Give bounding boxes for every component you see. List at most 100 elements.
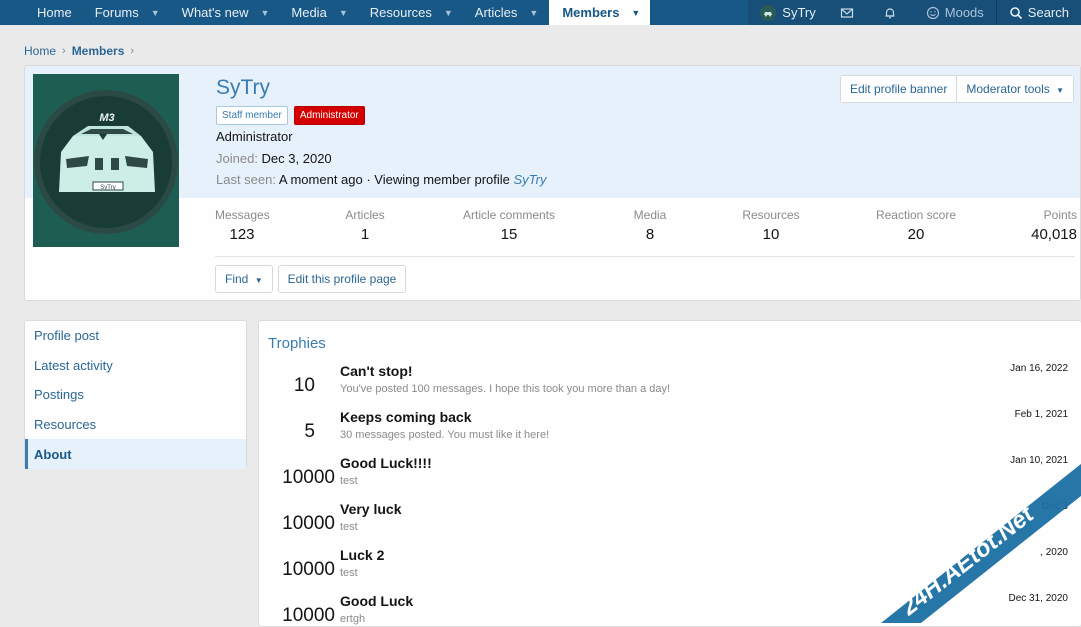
- trophy-name: Can't stop!: [340, 363, 413, 379]
- tab-latest-activity[interactable]: Latest activity: [25, 351, 246, 381]
- nav-members[interactable]: Members ▼: [549, 0, 651, 25]
- trophy-row: 10000 Very luck test Dec 3: [259, 501, 1081, 547]
- trophy-points: 5: [304, 421, 315, 442]
- chevron-down-icon[interactable]: ▼: [631, 8, 640, 18]
- stat-label: Article comments: [462, 208, 556, 222]
- nav-home[interactable]: Home: [0, 0, 84, 25]
- trophies-panel: Trophies 10 Can't stop! You've posted 10…: [258, 320, 1081, 627]
- find-button[interactable]: Find ▼: [215, 265, 273, 293]
- trophy-row: 10000 Luck 2 test , 2020: [259, 547, 1081, 593]
- moderator-tools-button[interactable]: Moderator tools ▼: [956, 76, 1073, 102]
- trophy-name: Luck 2: [340, 547, 385, 563]
- edit-profile-banner-button[interactable]: Edit profile banner: [840, 76, 957, 102]
- nav-whats-new[interactable]: What's new ▼: [171, 0, 281, 25]
- nav-user-area: SyTry Moods Search: [748, 0, 1081, 25]
- profile-username[interactable]: SyTry: [216, 76, 270, 100]
- trophy-points: 10000: [282, 467, 335, 488]
- avatar: [760, 4, 777, 21]
- chevron-down-icon[interactable]: ▼: [260, 8, 269, 18]
- chevron-down-icon[interactable]: ▼: [151, 8, 160, 18]
- stat-label: Points: [1043, 208, 1077, 222]
- nav-forums[interactable]: Forums ▼: [84, 0, 171, 25]
- user-badges: Staff member Administrator: [216, 106, 365, 125]
- last-seen: Last seen: A moment ago · Viewing member…: [216, 172, 547, 187]
- tab-profile-post[interactable]: Profile post: [25, 321, 246, 351]
- stat-media[interactable]: Media 8: [630, 208, 670, 243]
- joined-label: Joined:: [216, 151, 258, 166]
- trophy-row: 10000 Good Luck!!!! test Jan 10, 2021: [259, 455, 1081, 501]
- member-stats: Messages 123 Articles 1 Article comments…: [215, 208, 1077, 256]
- nav-search-label: Search: [1027, 5, 1069, 20]
- edit-profile-page-button[interactable]: Edit this profile page: [277, 265, 407, 293]
- nav-resources[interactable]: Resources ▼: [359, 0, 464, 25]
- nav-articles[interactable]: Articles ▼: [464, 0, 550, 25]
- stat-points[interactable]: Points 40,018: [1027, 208, 1077, 243]
- stat-value: 10: [762, 226, 780, 243]
- breadcrumb: Home › Members ›: [24, 44, 134, 58]
- chevron-right-icon: ›: [130, 45, 135, 57]
- envelope-icon: [840, 7, 853, 18]
- profile-avatar[interactable]: M3 SyTry: [33, 74, 179, 247]
- chevron-down-icon[interactable]: ▼: [339, 8, 348, 18]
- stat-resources[interactable]: Resources 10: [742, 208, 800, 243]
- chevron-down-icon[interactable]: ▼: [529, 8, 538, 18]
- nav-search[interactable]: Search: [997, 0, 1081, 25]
- stat-messages[interactable]: Messages 123: [215, 208, 270, 243]
- trophy-name: Keeps coming back: [340, 409, 472, 425]
- avatar-plate-text: M3: [99, 112, 114, 124]
- nav-alerts[interactable]: [871, 0, 914, 25]
- avatar-license-text: SyTry: [100, 185, 115, 191]
- administrator-badge: Administrator: [293, 106, 365, 125]
- tab-label: Profile post: [34, 328, 100, 344]
- nav-home-label: Home: [37, 5, 72, 20]
- stat-articles[interactable]: Articles 1: [342, 208, 388, 243]
- breadcrumb-home[interactable]: Home: [24, 44, 56, 58]
- tab-postings[interactable]: Postings: [25, 380, 246, 410]
- tab-label: Resources: [34, 417, 97, 433]
- nav-moods[interactable]: Moods: [914, 0, 996, 25]
- trophy-description: You've posted 100 messages. I hope this …: [340, 383, 671, 395]
- trophy-description: test: [340, 521, 358, 533]
- chevron-down-icon[interactable]: ▼: [444, 8, 453, 18]
- trophy-row: 10 Can't stop! You've posted 100 message…: [259, 363, 1081, 409]
- trophy-date: , 2020: [1040, 547, 1068, 558]
- nav-inbox[interactable]: [828, 0, 871, 25]
- trophy-description: test: [340, 475, 358, 487]
- top-navigation: Home Forums ▼ What's new ▼ Media ▼ Resou…: [0, 0, 1081, 25]
- tab-label: Latest activity: [34, 357, 113, 373]
- stat-article-comments[interactable]: Article comments 15: [461, 208, 557, 243]
- trophy-description: ertgh: [340, 613, 366, 625]
- trophy-points: 10000: [282, 559, 335, 580]
- smiley-icon: [926, 6, 939, 19]
- stat-label: Messages: [215, 208, 270, 222]
- nav-user-account[interactable]: SyTry: [748, 0, 827, 25]
- bell-icon: [885, 7, 895, 19]
- stat-value: 8: [645, 226, 655, 243]
- nav-media[interactable]: Media ▼: [280, 0, 358, 25]
- stat-label: Articles: [345, 208, 385, 222]
- trophy-date: Jan 10, 2021: [1010, 455, 1068, 466]
- member-profile-card: M3 SyTry SyTry Staff member Administrato…: [24, 65, 1081, 301]
- edit-profile-page-label: Edit this profile page: [287, 272, 397, 286]
- tab-resources[interactable]: Resources: [25, 410, 246, 440]
- stat-reaction-score[interactable]: Reaction score 20: [875, 208, 957, 243]
- trophy-name: Good Luck: [340, 593, 414, 609]
- nav-articles-label: Articles: [474, 5, 518, 20]
- trophy-date: Jan 16, 2022: [1010, 363, 1068, 374]
- trophy-date: Feb 1, 2021: [1014, 409, 1068, 420]
- nav-media-label: Media: [291, 5, 327, 20]
- last-seen-label: Last seen:: [216, 172, 276, 187]
- trophy-date: Dec 3: [1041, 501, 1068, 512]
- profile-tabs: Profile post Latest activity Postings Re…: [24, 320, 247, 469]
- breadcrumb-members[interactable]: Members: [72, 44, 125, 58]
- joined-date: Joined: Dec 3, 2020: [216, 151, 332, 166]
- last-seen-link[interactable]: SyTry: [514, 172, 547, 187]
- trophy-row: 10000 Good Luck ertgh Dec 31, 2020: [259, 593, 1081, 627]
- trophy-description: 30 messages posted. You must like it her…: [340, 429, 550, 441]
- nav-members-label: Members: [562, 5, 620, 20]
- staff-member-badge: Staff member: [216, 106, 288, 125]
- trophies-title: Trophies: [268, 335, 326, 352]
- stat-label: Reaction score: [875, 208, 957, 222]
- nav-resources-label: Resources: [369, 5, 432, 20]
- tab-about[interactable]: About: [25, 439, 246, 469]
